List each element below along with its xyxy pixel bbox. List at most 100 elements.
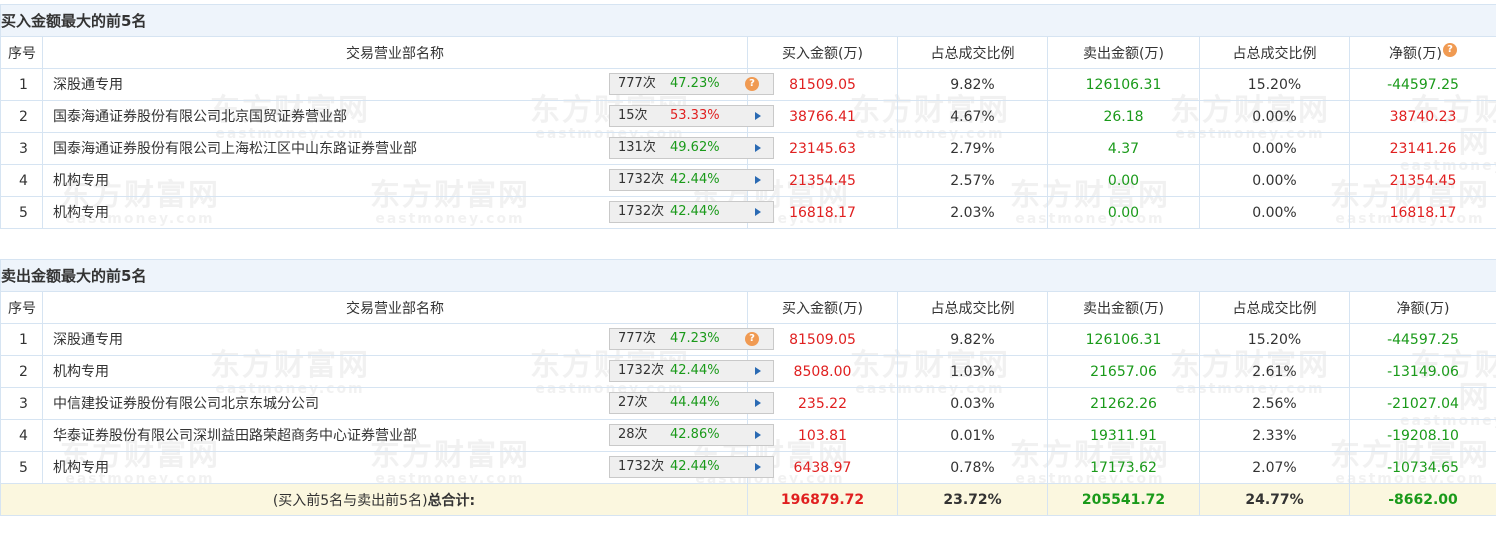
history-badge[interactable]: 131次 49.62% <box>609 137 774 159</box>
win-rate: 42.44% <box>670 459 720 474</box>
branch-name-link[interactable]: 机构专用 <box>53 202 109 222</box>
branch-name-link[interactable]: 国泰海通证券股份有限公司北京国贸证券营业部 <box>53 106 347 126</box>
header-sell-ratio: 占总成交比例 <box>1199 36 1350 69</box>
buy-ratio: 2.79% <box>897 132 1048 165</box>
row-index: 2 <box>0 100 43 133</box>
sell-amount: 17173.62 <box>1047 451 1200 484</box>
arrow-right-icon[interactable] <box>755 112 761 120</box>
history-badge[interactable]: 1732次 42.44% <box>609 456 774 478</box>
appearance-count: 1732次 <box>618 204 665 219</box>
row-index: 4 <box>0 164 43 197</box>
sell-ratio: 2.56% <box>1199 387 1350 420</box>
branch-cell: 机构专用 1732次 42.44% <box>42 164 774 197</box>
sell-section-title: 卖出金额最大的前5名 <box>0 259 1496 292</box>
branch-cell: 华泰证券股份有限公司深圳益田路荣超商务中心证券营业部 28次 42.86% <box>42 419 774 452</box>
total-net-amount: -8662.00 <box>1349 483 1496 516</box>
history-badge[interactable]: 27次 44.44% <box>609 392 774 414</box>
header-buy-amount: 买入金额(万) <box>747 36 898 69</box>
branch-name-link[interactable]: 深股通专用 <box>53 329 123 349</box>
history-badge[interactable]: 28次 42.86% <box>609 424 774 446</box>
header-net-amount: 净额(万)? <box>1349 36 1496 69</box>
net-amount: 23141.26 <box>1349 132 1496 165</box>
question-icon[interactable]: ? <box>745 332 759 346</box>
win-rate: 49.62% <box>670 140 720 155</box>
total-row: (买入前5名与卖出前5名)总合计: 196879.72 23.72% 20554… <box>0 483 1496 516</box>
win-rate: 42.44% <box>670 204 720 219</box>
net-amount: -44597.25 <box>1349 323 1496 356</box>
table-row: 5 机构专用 1732次 42.44% 6438.97 0.78% 17173.62 2.07… <box>0 451 1496 484</box>
branch-cell: 机构专用 1732次 42.44% <box>42 355 774 388</box>
appearance-count: 1732次 <box>618 363 665 378</box>
question-icon[interactable]: ? <box>745 77 759 91</box>
table-row: 5 机构专用 1732次 42.44% 16818.17 2.03% 0.00 0.00% 16… <box>0 196 1496 229</box>
appearance-count: 131次 <box>618 140 656 155</box>
arrow-right-icon[interactable] <box>755 431 761 439</box>
arrow-right-icon[interactable] <box>755 176 761 184</box>
table-row: 1 深股通专用 777次 47.23%? 81509.05 9.82% 126106.31 1… <box>0 68 1496 101</box>
header-sell-ratio: 占总成交比例 <box>1199 291 1350 324</box>
history-badge[interactable]: 777次 47.23%? <box>609 73 774 95</box>
sell-ratio: 2.07% <box>1199 451 1350 484</box>
arrow-right-icon[interactable] <box>755 463 761 471</box>
win-rate: 42.86% <box>670 427 720 442</box>
sell-ratio: 15.20% <box>1199 323 1350 356</box>
history-badge[interactable]: 1732次 42.44% <box>609 360 774 382</box>
win-rate: 47.23% <box>670 331 720 346</box>
header-buy-amount: 买入金额(万) <box>747 291 898 324</box>
branch-name-link[interactable]: 深股通专用 <box>53 74 123 94</box>
arrow-right-icon[interactable] <box>755 144 761 152</box>
sell-amount: 26.18 <box>1047 100 1200 133</box>
branch-name-link[interactable]: 中信建投证券股份有限公司北京东城分公司 <box>53 393 319 413</box>
sell-ratio: 0.00% <box>1199 164 1350 197</box>
branch-name-link[interactable]: 机构专用 <box>53 170 109 190</box>
net-amount: 16818.17 <box>1349 196 1496 229</box>
history-badge[interactable]: 1732次 42.44% <box>609 201 774 223</box>
appearance-count: 1732次 <box>618 459 665 474</box>
appearance-count: 777次 <box>618 76 656 91</box>
branch-cell: 国泰海通证券股份有限公司北京国贸证券营业部 15次 53.33% <box>42 100 774 133</box>
row-index: 3 <box>0 387 43 420</box>
sell-amount: 19311.91 <box>1047 419 1200 452</box>
arrow-right-icon[interactable] <box>755 208 761 216</box>
sell-amount: 126106.31 <box>1047 68 1200 101</box>
win-rate: 42.44% <box>670 363 720 378</box>
history-badge[interactable]: 1732次 42.44% <box>609 169 774 191</box>
buy-ratio: 1.03% <box>897 355 1048 388</box>
row-index: 4 <box>0 419 43 452</box>
buy-ratio: 2.57% <box>897 164 1048 197</box>
sell-amount: 21657.06 <box>1047 355 1200 388</box>
branch-name-link[interactable]: 华泰证券股份有限公司深圳益田路荣超商务中心证券营业部 <box>53 425 417 445</box>
header-buy-ratio: 占总成交比例 <box>897 291 1048 324</box>
win-rate: 47.23% <box>670 76 720 91</box>
sell-ratio: 0.00% <box>1199 132 1350 165</box>
table-row: 4 华泰证券股份有限公司深圳益田路荣超商务中心证券营业部 28次 42.86% 103.… <box>0 419 1496 452</box>
buy-ratio: 9.82% <box>897 323 1048 356</box>
branch-name-link[interactable]: 机构专用 <box>53 457 109 477</box>
row-index: 5 <box>0 196 43 229</box>
sell-amount: 0.00 <box>1047 196 1200 229</box>
buy-section-title: 买入金额最大的前5名 <box>0 4 1496 37</box>
buy-top5-table: 买入金额最大的前5名 序号 交易营业部名称 买入金额(万) 占总成交比例 卖出金… <box>0 4 1496 229</box>
history-badge[interactable]: 777次 47.23%? <box>609 328 774 350</box>
header-branch-name: 交易营业部名称 <box>42 36 748 69</box>
history-badge[interactable]: 15次 53.33% <box>609 105 774 127</box>
row-index: 2 <box>0 355 43 388</box>
branch-name-link[interactable]: 机构专用 <box>53 361 109 381</box>
sell-top5-table: 卖出金额最大的前5名 序号 交易营业部名称 买入金额(万) 占总成交比例 卖出金… <box>0 259 1496 516</box>
branch-name-link[interactable]: 国泰海通证券股份有限公司上海松江区中山东路证券营业部 <box>53 138 417 158</box>
arrow-right-icon[interactable] <box>755 367 761 375</box>
appearance-count: 28次 <box>618 427 648 442</box>
header-index: 序号 <box>0 36 43 69</box>
total-sell-ratio: 24.77% <box>1199 483 1350 516</box>
net-amount: -19208.10 <box>1349 419 1496 452</box>
appearance-count: 1732次 <box>618 172 665 187</box>
appearance-count: 27次 <box>618 395 648 410</box>
appearance-count: 15次 <box>618 108 648 123</box>
question-icon[interactable]: ? <box>1442 42 1457 57</box>
arrow-right-icon[interactable] <box>755 399 761 407</box>
total-label: (买入前5名与卖出前5名)总合计: <box>0 483 748 516</box>
row-index: 1 <box>0 68 43 101</box>
net-amount: -13149.06 <box>1349 355 1496 388</box>
total-buy-ratio: 23.72% <box>897 483 1048 516</box>
net-amount: -10734.65 <box>1349 451 1496 484</box>
